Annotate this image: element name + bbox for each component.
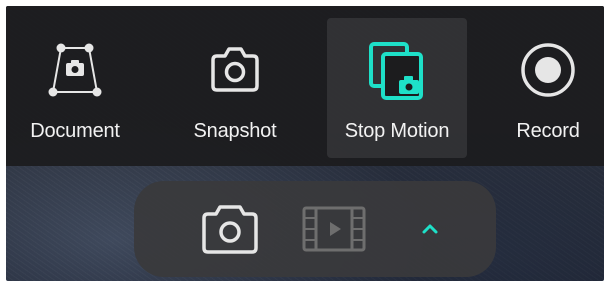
mode-label: Document (30, 120, 120, 142)
mode-stop-motion[interactable]: Stop Motion (327, 18, 467, 158)
mode-record[interactable]: Record (492, 18, 604, 158)
photo-capture-button[interactable] (197, 201, 263, 257)
video-capture-button[interactable] (299, 201, 369, 257)
mode-snapshot[interactable]: Snapshot (166, 18, 304, 158)
mode-label: Record (516, 120, 580, 142)
expand-button[interactable] (416, 215, 444, 243)
capture-bar (134, 181, 496, 277)
stop-motion-icon (361, 34, 433, 106)
camera-icon (199, 34, 271, 106)
record-icon (512, 34, 584, 106)
mode-document[interactable]: Document (8, 18, 142, 158)
film-icon (302, 206, 366, 252)
mode-label: Snapshot (193, 120, 277, 142)
chevron-up-icon (422, 224, 438, 234)
camera-viewfinder: Document Snapshot Stop Motion Record (6, 6, 604, 281)
document-scan-icon (39, 34, 111, 106)
camera-icon (202, 205, 258, 254)
mode-toolbar: Document Snapshot Stop Motion Record (6, 6, 604, 166)
mode-label: Stop Motion (344, 120, 450, 142)
